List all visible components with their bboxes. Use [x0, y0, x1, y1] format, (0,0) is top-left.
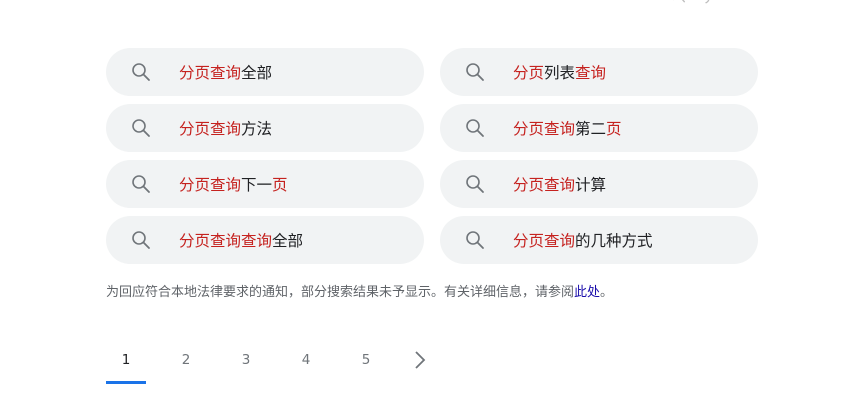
highlighted-term: 分页查询查询 [179, 232, 273, 250]
cut-off-text-fragment: ペ ア [672, 0, 722, 8]
legal-notice-suffix: 。 [600, 285, 614, 300]
legal-notice-text: 为回应符合本地法律要求的通知，部分搜索结果未予显示。有关详细信息，请参阅 [106, 285, 575, 300]
related-search-chip[interactable]: 分页查询下一页 [106, 160, 424, 208]
related-search-text: 分页查询下一页 [179, 173, 288, 195]
related-search-chip[interactable]: 分页查询第二页 [440, 104, 758, 152]
next-page-button[interactable] [398, 340, 442, 380]
search-icon [465, 118, 485, 138]
related-search-text: 分页查询全部 [179, 61, 272, 83]
legal-notice-link[interactable]: 此处 [574, 285, 600, 300]
related-search-text: 分页查询第二页 [513, 117, 622, 139]
search-icon [465, 62, 485, 82]
search-icon [465, 230, 485, 250]
related-search-chip[interactable]: 分页列表查询 [440, 48, 758, 96]
related-search-text: 分页查询方法 [179, 117, 272, 139]
related-search-text: 分页查询计算 [513, 173, 606, 195]
highlighted-term: 分页查询 [179, 120, 242, 138]
related-search-text: 分页查询查询全部 [179, 229, 303, 251]
highlighted-term: 分页查询 [513, 120, 576, 138]
search-icon [465, 174, 485, 194]
related-search-chip[interactable]: 分页查询查询全部 [106, 216, 424, 264]
related-search-chip[interactable]: 分页查询的几种方式 [440, 216, 758, 264]
chevron-right-icon [415, 351, 426, 369]
highlighted-term: 分页查询 [179, 64, 242, 82]
suggestion-term: 方法 [241, 120, 273, 138]
suggestion-term: 列表 [544, 64, 576, 82]
suggestion-term: 全部 [241, 64, 273, 82]
search-icon [131, 230, 151, 250]
suggestion-term: 第二 [575, 120, 607, 138]
legal-notice: 为回应符合本地法律要求的通知，部分搜索结果未予显示。有关详细信息，请参阅此处。 [106, 281, 613, 300]
highlighted-term: 分页查询 [179, 176, 242, 194]
highlighted-term: 分页 [513, 64, 545, 82]
page-number-link[interactable]: 4 [286, 340, 326, 384]
current-page-number[interactable]: 1 [106, 340, 146, 384]
suggestion-term: 的几种方式 [575, 232, 653, 250]
suggestion-term: 下一 [241, 176, 273, 194]
related-search-chip[interactable]: 分页查询方法 [106, 104, 424, 152]
highlighted-term: 页 [606, 120, 622, 138]
highlighted-term: 查询 [575, 64, 607, 82]
pagination: 12345 [106, 340, 442, 384]
related-searches-grid: 分页查询全部 分页列表查询 分页查询方法 分页查询第二页 分页查询下一页 分页查询计算 分页… [106, 48, 758, 264]
search-results-footer: ペ ア 分页查询全部分页列表查询分页查询方法分页查询第二页分页查询下一页分页查询… [0, 0, 846, 409]
search-icon [131, 118, 151, 138]
related-search-chip[interactable]: 分页查询全部 [106, 48, 424, 96]
search-icon [131, 174, 151, 194]
highlighted-term: 分页查询 [513, 176, 576, 194]
search-icon [131, 62, 151, 82]
suggestion-term: 计算 [575, 176, 607, 194]
highlighted-term: 分页查询 [513, 232, 576, 250]
suggestion-term: 全部 [272, 232, 304, 250]
page-number-link[interactable]: 5 [346, 340, 386, 384]
page-number-link[interactable]: 3 [226, 340, 266, 384]
page-number-link[interactable]: 2 [166, 340, 206, 384]
related-search-chip[interactable]: 分页查询计算 [440, 160, 758, 208]
highlighted-term: 页 [272, 176, 288, 194]
related-search-text: 分页列表查询 [513, 61, 606, 83]
related-search-text: 分页查询的几种方式 [513, 229, 653, 251]
